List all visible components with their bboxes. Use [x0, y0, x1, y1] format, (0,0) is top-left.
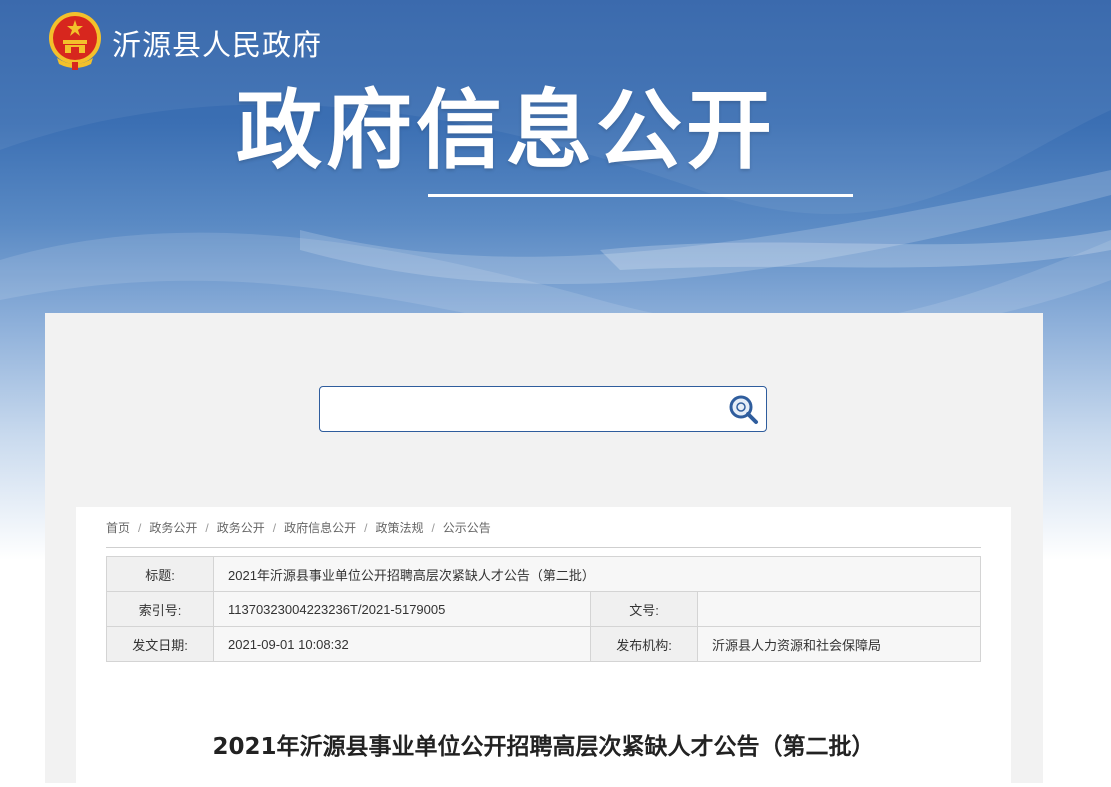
meta-org-label: 发布机构:: [590, 626, 698, 662]
breadcrumb: 首页 / 政务公开 / 政务公开 / 政府信息公开 / 政策法规 / 公示公告: [106, 519, 491, 536]
search-box: [319, 386, 767, 432]
breadcrumb-separator: /: [272, 521, 277, 535]
breadcrumb-separator: /: [431, 521, 435, 535]
meta-docno-value: [697, 591, 981, 627]
meta-index-value: 11370323004223236T/2021-5179005: [213, 591, 591, 627]
meta-org-value: 沂源县人力资源和社会保障局: [697, 626, 981, 662]
document-meta-table: 标题: 2021年沂源县事业单位公开招聘高层次紧缺人才公告（第二批） 索引号: …: [106, 556, 981, 662]
breadcrumb-home[interactable]: 首页: [106, 521, 130, 535]
breadcrumb-divider: [106, 547, 981, 548]
breadcrumb-separator: /: [364, 521, 368, 535]
article-container: 首页 / 政务公开 / 政务公开 / 政府信息公开 / 政策法规 / 公示公告 标题: 2021年沂…: [76, 507, 1011, 787]
meta-date-label: 发文日期:: [106, 626, 214, 662]
meta-index-label: 索引号:: [106, 591, 214, 627]
site-name[interactable]: 沂源县人民政府: [112, 22, 322, 64]
breadcrumb-item[interactable]: 公示公告: [443, 521, 491, 535]
meta-title-value: 2021年沂源县事业单位公开招聘高层次紧缺人才公告（第二批）: [213, 556, 981, 592]
search-icon[interactable]: [724, 391, 762, 427]
breadcrumb-item[interactable]: 政府信息公开: [284, 521, 356, 535]
breadcrumb-item[interactable]: 政策法规: [375, 521, 423, 535]
banner-title: 政府信息公开: [236, 81, 776, 181]
breadcrumb-separator: /: [205, 521, 209, 535]
breadcrumb-item[interactable]: 政务公开: [149, 521, 197, 535]
search-input[interactable]: [330, 393, 714, 427]
meta-docno-label: 文号:: [590, 591, 698, 627]
national-emblem-icon: [49, 12, 101, 70]
meta-date-value: 2021-09-01 10:08:32: [213, 626, 591, 662]
document-title: 2021年沂源县事业单位公开招聘高层次紧缺人才公告（第二批）: [212, 734, 875, 760]
table-row: 索引号: 11370323004223236T/2021-5179005 文号:: [106, 591, 981, 627]
meta-title-label: 标题:: [106, 556, 214, 592]
breadcrumb-separator: /: [138, 521, 142, 535]
breadcrumb-item[interactable]: 政务公开: [217, 521, 265, 535]
banner-title-underline: [428, 194, 853, 197]
table-row: 发文日期: 2021-09-01 10:08:32 发布机构: 沂源县人力资源和…: [106, 626, 981, 662]
table-row: 标题: 2021年沂源县事业单位公开招聘高层次紧缺人才公告（第二批）: [106, 556, 981, 592]
